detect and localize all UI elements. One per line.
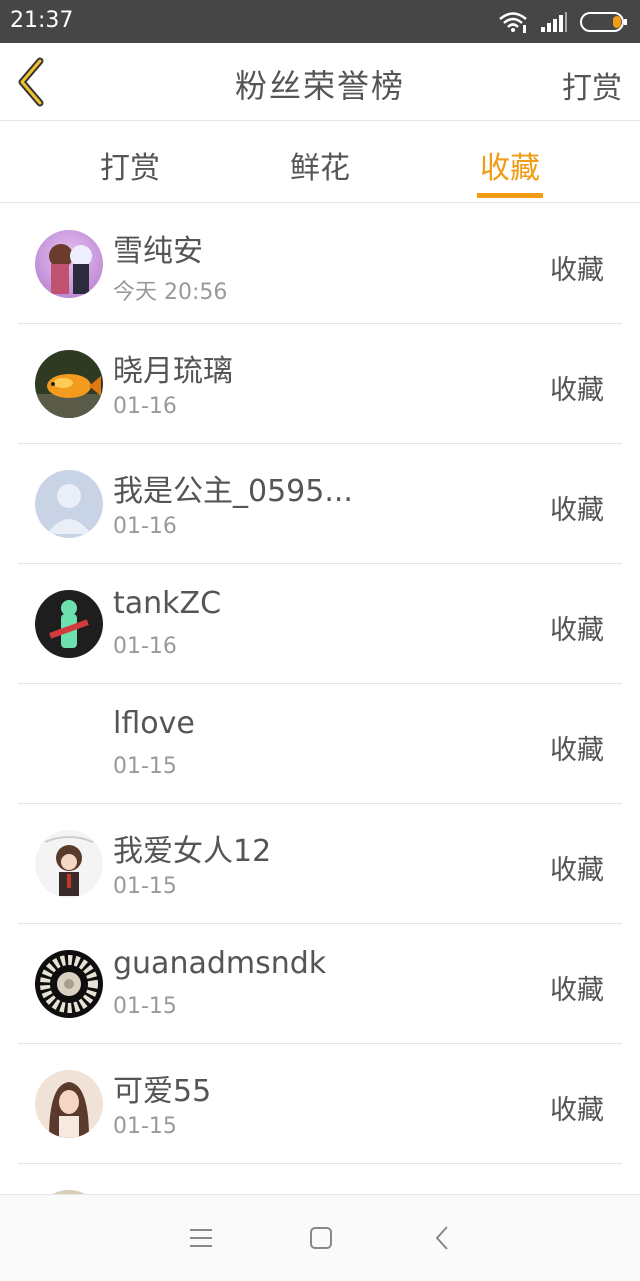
user-name: guanadmsndk [113, 946, 327, 981]
list-item[interactable]: 晓月琉璃 01-16 收藏 [0, 324, 640, 444]
home-icon [310, 1227, 332, 1249]
timestamp: 01-16 [113, 394, 177, 419]
system-nav-bar [0, 1194, 640, 1281]
back-arrow-icon [435, 1226, 448, 1250]
user-name: tankZC [113, 586, 222, 621]
user-name: 我爱女人12 [113, 834, 272, 869]
list-item[interactable]: lflove 01-15 收藏 [0, 684, 640, 804]
tab-flowers[interactable]: 鲜花 [260, 143, 380, 187]
list-item[interactable]: tankZC 01-16 收藏 [0, 564, 640, 684]
action-label: 收藏 [550, 615, 604, 646]
list-item[interactable]: guanadmsndk 01-15 收藏 [0, 924, 640, 1044]
status-icons [498, 10, 628, 34]
girl-avatar [35, 1070, 103, 1138]
user-name: 雪纯安 [113, 234, 203, 269]
tab-bar: 打赏 鲜花 收藏 [0, 121, 640, 203]
anime-boy-avatar [35, 830, 103, 898]
battery-icon [580, 11, 628, 33]
user-name: 可爱55 [113, 1074, 212, 1109]
status-bar: 21:37 [0, 0, 640, 43]
timestamp: 01-15 [113, 994, 177, 1019]
reward-button[interactable]: 打赏 [562, 63, 622, 107]
app-header: 粉丝荣誉榜 打赏 [0, 43, 640, 121]
action-label: 收藏 [550, 1095, 604, 1126]
active-tab-indicator [477, 193, 543, 198]
user-name: 晓月琉璃 [113, 354, 233, 389]
back-nav-button[interactable] [428, 1223, 458, 1253]
action-label: 收藏 [550, 975, 604, 1006]
list-item[interactable]: 我爱女人12 01-15 收藏 [0, 804, 640, 924]
list-item[interactable]: 雪纯安 今天 20:56 收藏 [0, 204, 640, 324]
list-item[interactable]: 我是公主_0595... 01-16 收藏 [0, 444, 640, 564]
guitarist-avatar [35, 590, 103, 658]
timestamp: 今天 20:56 [113, 280, 228, 305]
tab-reward[interactable]: 打赏 [70, 143, 190, 187]
menu-button[interactable] [186, 1223, 216, 1253]
timestamp: 01-16 [113, 634, 177, 659]
action-label: 收藏 [550, 495, 604, 526]
anime-couple-avatar [35, 230, 103, 298]
page-title: 粉丝荣誉榜 [234, 67, 405, 105]
goldfish-avatar [35, 350, 103, 418]
user-name: 我是公主_0595... [113, 474, 353, 509]
action-label: 收藏 [550, 255, 604, 286]
flower-avatar [35, 950, 103, 1018]
action-label: 收藏 [550, 375, 604, 406]
signal-icon [540, 11, 568, 33]
tab-favorites[interactable]: 收藏 [450, 143, 570, 187]
timestamp: 01-15 [113, 754, 177, 779]
timestamp: 01-15 [113, 1114, 177, 1139]
list-item[interactable]: 可爱55 01-15 收藏 [0, 1044, 640, 1164]
timestamp: 01-16 [113, 514, 177, 539]
action-label: 收藏 [550, 855, 604, 886]
home-button[interactable] [306, 1223, 336, 1253]
status-time: 21:37 [10, 8, 74, 33]
default-user-avatar [35, 470, 103, 538]
user-name: lflove [113, 706, 195, 741]
fan-list: 雪纯安 今天 20:56 收藏 晓月琉璃 01-16 收藏 我是公主_0595.… [0, 204, 640, 1204]
wifi-icon [498, 11, 528, 33]
action-label: 收藏 [550, 735, 604, 766]
timestamp: 01-15 [113, 874, 177, 899]
menu-icon [190, 1229, 212, 1247]
